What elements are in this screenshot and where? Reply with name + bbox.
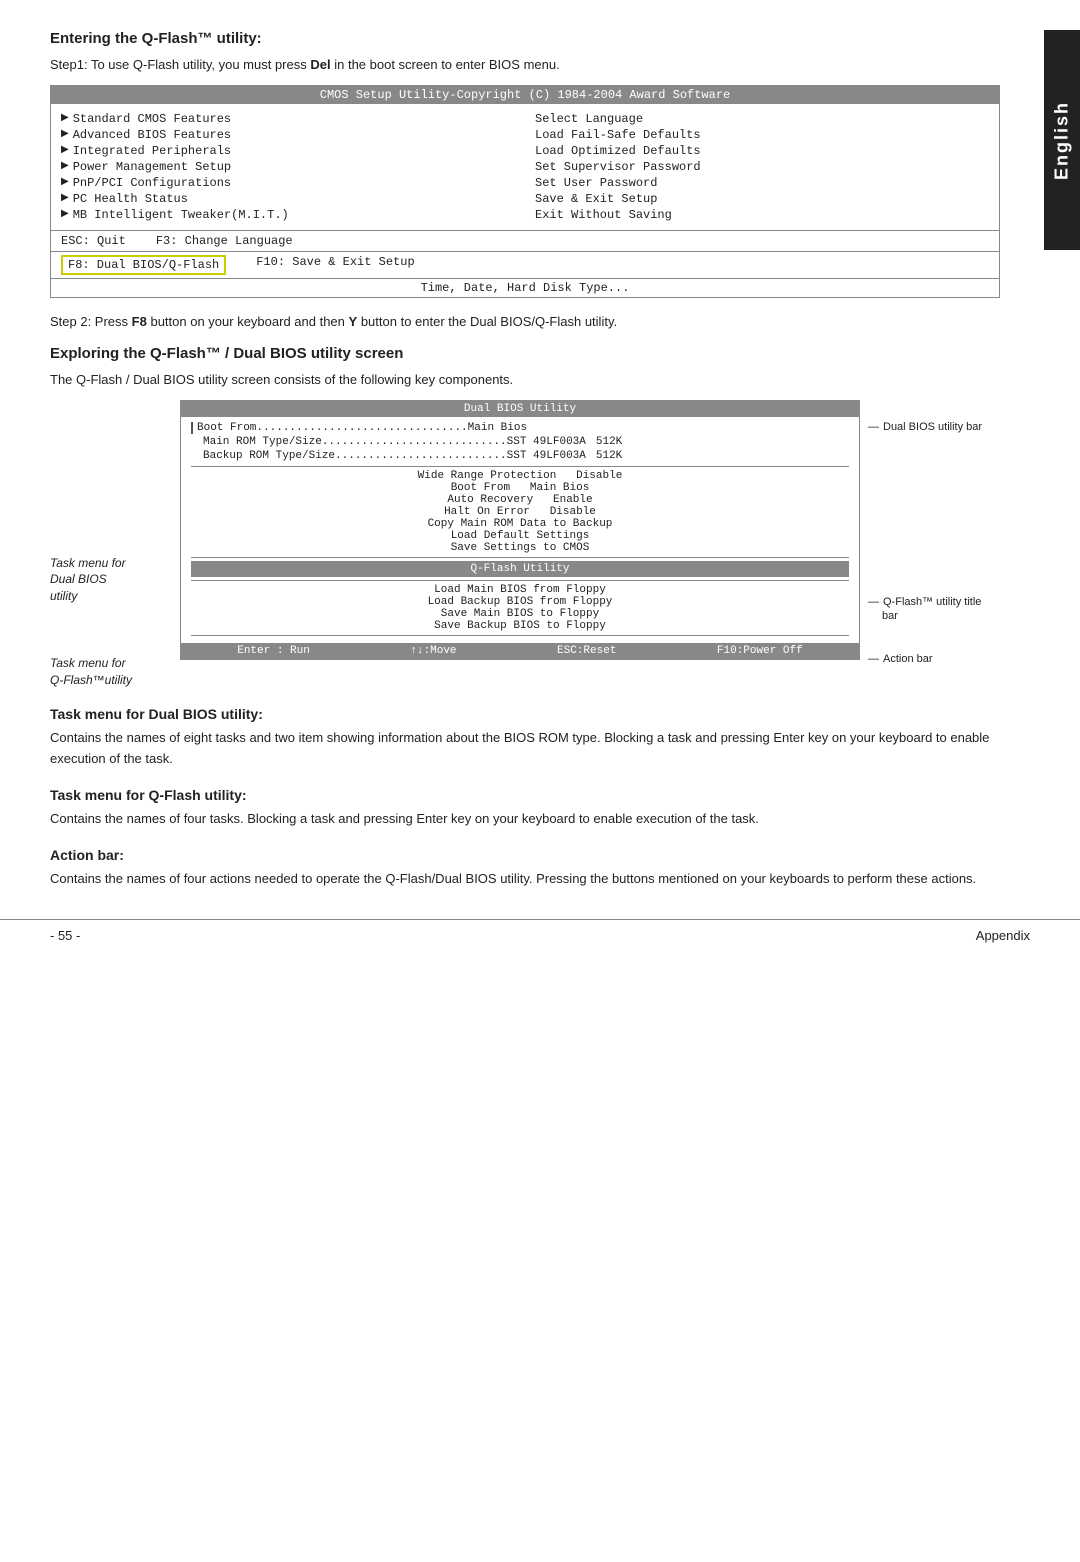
boot-from-row: Boot From...............................… bbox=[191, 421, 849, 435]
separator-4 bbox=[191, 635, 849, 636]
qflash-item-4: Save Backup BIOS to Floppy bbox=[191, 620, 849, 632]
diagram-labels-right: Dual BIOS utility bar Q-Flash™ utility t… bbox=[860, 400, 1000, 668]
bios-right-3: Load Optimized Defaults bbox=[535, 144, 989, 158]
footer-label: Appendix bbox=[976, 928, 1030, 943]
diagram-labels-left: Task menu for Dual BIOS utility Task men… bbox=[50, 400, 180, 689]
label-dual-bar: Dual BIOS utility bar bbox=[868, 420, 1000, 435]
task-dual-item-2: Boot From Main Bios bbox=[191, 482, 849, 494]
page-footer: - 55 - Appendix bbox=[0, 919, 1080, 951]
bios-right-4: Set Supervisor Password bbox=[535, 160, 989, 174]
bios-right-2: Load Fail-Safe Defaults bbox=[535, 128, 989, 142]
task-dual-item-1: Wide Range Protection Disable bbox=[191, 470, 849, 482]
task-dual-item-5: Copy Main ROM Data to Backup bbox=[191, 518, 849, 530]
main-content: Entering the Q-Flash™ utility: Step1: To… bbox=[50, 30, 1020, 889]
action-bar: Enter : Run ↑↓:Move ESC:Reset F10:Power … bbox=[181, 643, 859, 659]
f8-dual-bios-highlight: F8: Dual BIOS/Q-Flash bbox=[61, 255, 226, 275]
bios-footer-2: F8: Dual BIOS/Q-Flash F10: Save & Exit S… bbox=[51, 251, 999, 278]
bios-right-1: Select Language bbox=[535, 112, 989, 126]
bios-item-7: ▶MB Intelligent Tweaker(M.I.T.) bbox=[61, 208, 515, 222]
page-number: - 55 - bbox=[50, 928, 80, 943]
del-key-bold: Del bbox=[310, 57, 330, 72]
bios-right-5: Set User Password bbox=[535, 176, 989, 190]
separator-3 bbox=[191, 580, 849, 581]
bios-item-4: ▶Power Management Setup bbox=[61, 160, 515, 174]
backup-rom-row: Backup ROM Type/Size....................… bbox=[191, 449, 849, 463]
bios-esc-quit: ESC: Quit bbox=[61, 234, 126, 248]
action-reset: ESC:Reset bbox=[557, 645, 616, 657]
qflash-item-2: Load Backup BIOS from Floppy bbox=[191, 596, 849, 608]
action-move: ↑↓:Move bbox=[410, 645, 456, 657]
bios-left-col: ▶Standard CMOS Features ▶Advanced BIOS F… bbox=[61, 110, 515, 224]
bios-body: ▶Standard CMOS Features ▶Advanced BIOS F… bbox=[51, 104, 999, 230]
task-dual-item-4: Halt On Error Disable bbox=[191, 506, 849, 518]
separator-2 bbox=[191, 557, 849, 558]
bios-header: CMOS Setup Utility-Copyright (C) 1984-20… bbox=[51, 86, 999, 104]
heading-task-qflash: Task menu for Q-Flash utility: bbox=[50, 787, 1000, 803]
section2-heading: Exploring the Q-Flash™ / Dual BIOS utili… bbox=[50, 345, 1000, 362]
qflash-title-bar: Q-Flash Utility bbox=[191, 561, 849, 577]
y-key-bold: Y bbox=[349, 314, 358, 329]
section1-step1: Step1: To use Q-Flash utility, you must … bbox=[50, 55, 1000, 75]
task-dual-item-6: Load Default Settings bbox=[191, 530, 849, 542]
bios-item-3: ▶Integrated Peripherals bbox=[61, 144, 515, 158]
f8-key-bold: F8 bbox=[132, 314, 147, 329]
heading-action-bar: Action bar: bbox=[50, 847, 1000, 863]
main-rom-row: Main ROM Type/Size......................… bbox=[191, 435, 849, 449]
bios-footer-1: ESC: Quit F3: Change Language bbox=[51, 230, 999, 251]
label-action-bar: Action bar bbox=[868, 652, 1000, 667]
bios-f3-change: F3: Change Language bbox=[156, 234, 293, 248]
section1-heading: Entering the Q-Flash™ utility: bbox=[50, 30, 1000, 47]
section-entering-qflash: Entering the Q-Flash™ utility: Step1: To… bbox=[50, 30, 1000, 331]
label-task-qflash: Task menu for Q-Flash™utility bbox=[50, 655, 180, 689]
dual-bios-utility-box: Dual BIOS Utility Boot From.............… bbox=[180, 400, 860, 660]
diagram-container: Task menu for Dual BIOS utility Task men… bbox=[50, 400, 1000, 689]
action-power: F10:Power Off bbox=[717, 645, 803, 657]
section-descriptions: Task menu for Dual BIOS utility: Contain… bbox=[50, 706, 1000, 889]
qflash-item-1: Load Main BIOS from Floppy bbox=[191, 584, 849, 596]
bios-item-6: ▶PC Health Status bbox=[61, 192, 515, 206]
bios-item-1: ▶Standard CMOS Features bbox=[61, 112, 515, 126]
bios-f10-save: F10: Save & Exit Setup bbox=[256, 255, 414, 275]
text-action-bar: Contains the names of four actions neede… bbox=[50, 869, 1000, 889]
english-tab: English bbox=[1044, 30, 1080, 250]
heading-task-dual: Task menu for Dual BIOS utility: bbox=[50, 706, 1000, 722]
bios-right-7: Exit Without Saving bbox=[535, 208, 989, 222]
qflash-item-3: Save Main BIOS to Floppy bbox=[191, 608, 849, 620]
text-task-dual: Contains the names of eight tasks and tw… bbox=[50, 728, 1000, 768]
bios-footer-3: Time, Date, Hard Disk Type... bbox=[51, 278, 999, 297]
task-dual-item-3: Auto Recovery Enable bbox=[191, 494, 849, 506]
text-task-qflash: Contains the names of four tasks. Blocki… bbox=[50, 809, 1000, 829]
bios-right-col: Select Language Load Fail-Safe Defaults … bbox=[535, 110, 989, 224]
bios-item-2: ▶Advanced BIOS Features bbox=[61, 128, 515, 142]
dual-bios-inner: Boot From...............................… bbox=[181, 417, 859, 643]
label-task-dual: Task menu for Dual BIOS utility bbox=[50, 555, 180, 605]
action-enter: Enter : Run bbox=[237, 645, 310, 657]
separator-1 bbox=[191, 466, 849, 467]
label-qflash-title: Q-Flash™ utility title bbox=[868, 595, 1000, 610]
bios-right-6: Save & Exit Setup bbox=[535, 192, 989, 206]
section1-step2: Step 2: Press F8 button on your keyboard… bbox=[50, 312, 1000, 332]
label-qflash-sub: bar bbox=[868, 610, 1000, 622]
bios-item-5: ▶PnP/PCI Configurations bbox=[61, 176, 515, 190]
section-exploring-qflash: Exploring the Q-Flash™ / Dual BIOS utili… bbox=[50, 345, 1000, 688]
task-dual-item-7: Save Settings to CMOS bbox=[191, 542, 849, 554]
dual-bios-title: Dual BIOS Utility bbox=[181, 401, 859, 417]
bios-screenshot: CMOS Setup Utility-Copyright (C) 1984-20… bbox=[50, 85, 1000, 298]
section2-intro: The Q-Flash / Dual BIOS utility screen c… bbox=[50, 370, 1000, 390]
